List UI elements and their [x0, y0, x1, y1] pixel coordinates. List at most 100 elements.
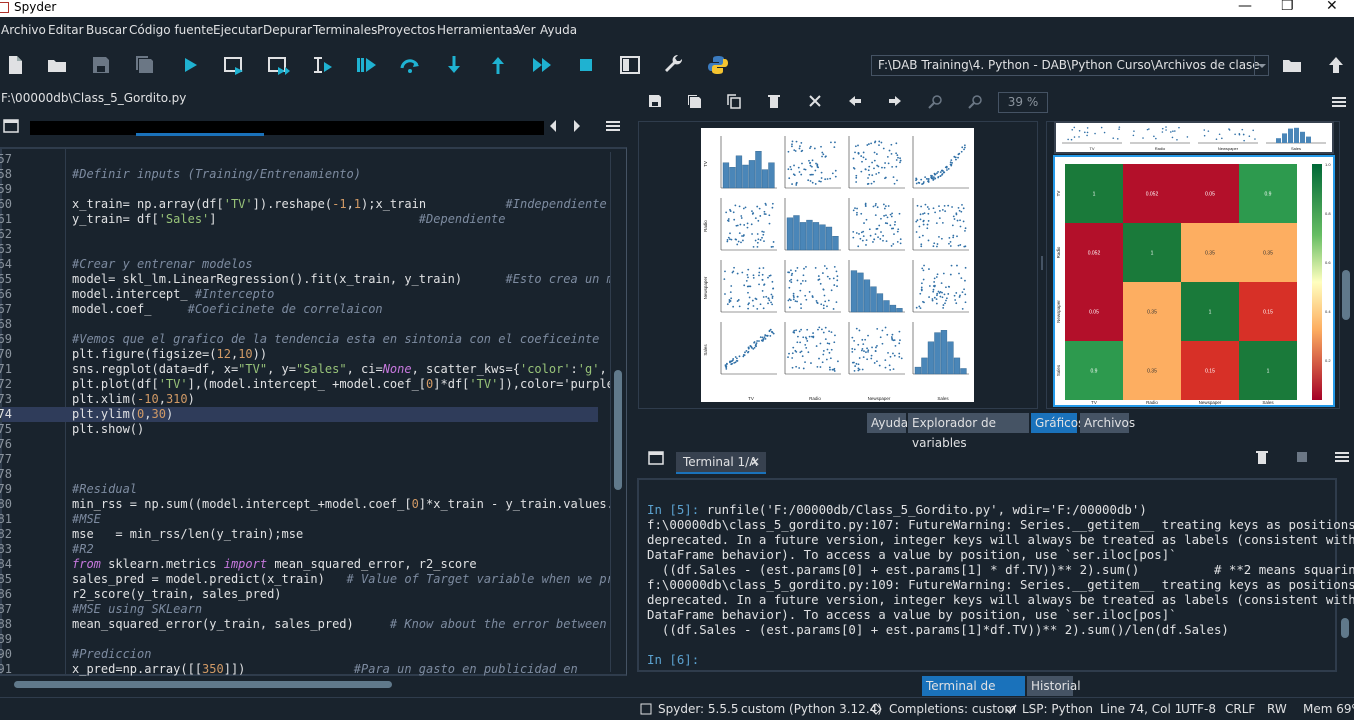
code-line[interactable]: 81 #MSE	[0, 512, 598, 527]
menu-terminales[interactable]: Terminales	[313, 23, 377, 37]
tab-explorador-de-variables[interactable]: Explorador de variables	[908, 413, 1029, 450]
code-line[interactable]: 77	[0, 452, 598, 467]
run-cell-advance-icon[interactable]	[266, 53, 290, 77]
code-line[interactable]: 79 #Residual	[0, 482, 598, 497]
console-tab[interactable]: Terminal 1/A ✕	[676, 452, 766, 474]
code-line[interactable]: 69 #Vemos que el grafico de la tendencia …	[0, 332, 599, 347]
zoom-out-icon[interactable]	[967, 94, 983, 110]
clear-console-icon[interactable]	[1256, 450, 1268, 464]
code-line[interactable]: 60 x_train= np.array(df['TV']).reshape(-1…	[0, 197, 607, 212]
code-line[interactable]: 59	[0, 182, 598, 197]
menu-depurar[interactable]: Depurar	[263, 23, 312, 37]
editor-vertical-scrollbar[interactable]	[610, 152, 624, 672]
stop-icon[interactable]	[574, 53, 598, 77]
save-plot-icon[interactable]	[648, 94, 662, 108]
step-return-icon[interactable]	[486, 53, 510, 77]
console-scrollbar[interactable]	[1338, 478, 1352, 672]
remove-plot-icon[interactable]	[768, 94, 780, 108]
code-line[interactable]: 84 from sklearn.metrics import mean_squar…	[0, 557, 598, 572]
code-line[interactable]: 65 model= skl_lm.LinearRegression().fit(x…	[0, 272, 614, 287]
code-line[interactable]: 83 #R2	[0, 542, 598, 557]
close-icon[interactable]: ✕	[750, 452, 760, 472]
code-line[interactable]: 76	[0, 437, 598, 452]
menu-herramientas[interactable]: Herramientas	[437, 23, 519, 37]
code-line[interactable]: 66 model.intercept_ #Intercepto	[0, 287, 598, 302]
chevron-right-icon[interactable]	[572, 119, 582, 133]
save-icon[interactable]	[89, 53, 113, 77]
code-line[interactable]: 80 min_rss = np.sum((model.intercept_+mod…	[0, 497, 614, 512]
code-line[interactable]: 75 plt.show()	[0, 422, 598, 437]
code-line[interactable]: 78	[0, 467, 598, 482]
minimize-icon[interactable]: —	[1238, 0, 1252, 14]
console-options-menu-icon[interactable]	[1335, 451, 1349, 463]
run-selection-icon[interactable]	[310, 53, 334, 77]
next-plot-icon[interactable]	[888, 95, 902, 107]
splitter-handle-icon[interactable]	[1040, 256, 1044, 270]
zoom-in-icon[interactable]	[927, 94, 943, 110]
code-line[interactable]: 87 #MSE using SKLearn	[0, 602, 598, 617]
code-line[interactable]: 63	[0, 242, 598, 257]
menu-proyectos[interactable]: Proyectos	[377, 23, 435, 37]
debug-icon[interactable]	[354, 53, 378, 77]
code-line[interactable]: 88 mean_squared_error(y_train, sales_pred…	[0, 617, 607, 632]
tab-historial[interactable]: Historial	[1027, 676, 1081, 696]
status-lsp[interactable]: LSP: Python	[1022, 702, 1093, 716]
run-cell-icon[interactable]	[222, 53, 246, 77]
code-line[interactable]: 58 #Definir inputs (Training/Entrenamient…	[0, 167, 598, 182]
code-line[interactable]: 72 plt.plot(df['TV'],(model.intercept_ +m…	[0, 377, 614, 392]
copy-plot-icon[interactable]	[727, 94, 741, 109]
maximize-pane-icon[interactable]	[618, 53, 642, 77]
save-all-icon[interactable]	[133, 53, 157, 77]
status-environment[interactable]: custom (Python 3.12.4)	[741, 702, 882, 716]
interrupt-kernel-icon[interactable]	[1297, 452, 1307, 462]
previous-plot-icon[interactable]	[848, 95, 862, 107]
menu-ayuda[interactable]: Ayuda	[540, 23, 577, 37]
code-line[interactable]: 86 r2_score(y_train, sales_pred)	[0, 587, 598, 602]
tab-ayuda[interactable]: Ayuda	[867, 413, 908, 433]
step-into-icon[interactable]	[442, 53, 466, 77]
tab-terminal-ipython[interactable]: Terminal de IPython	[922, 676, 1025, 713]
preferences-wrench-icon[interactable]	[662, 53, 686, 77]
parent-directory-icon[interactable]	[1324, 53, 1348, 77]
code-line[interactable]: 89	[0, 632, 598, 647]
plots-options-menu-icon[interactable]	[1332, 96, 1346, 108]
thumbnails-scrollbar[interactable]	[1340, 270, 1352, 320]
menu-codigo-fuente[interactable]: Código fuente	[129, 23, 213, 37]
plot-thumbnail-heatmap[interactable]: 1 0.052 0.05 0.9 0.052 1 0.35 0.35 0.05 0.35 1 0.15…	[1053, 155, 1335, 407]
plot-thumbnail-pairplot[interactable]: TV Radio Newspaper Sales	[1054, 121, 1334, 154]
browse-tabs-icon[interactable]	[3, 119, 19, 133]
code-line[interactable]: 62	[0, 227, 598, 242]
code-line[interactable]: 57	[0, 152, 598, 167]
options-menu-icon[interactable]	[606, 120, 620, 132]
code-line[interactable]: 68	[0, 317, 598, 332]
status-completions[interactable]: Completions: custom	[889, 702, 1016, 716]
working-directory-combobox[interactable]: F:\DAB Training\4. Python - DAB\Python C…	[871, 55, 1269, 76]
continue-icon[interactable]	[530, 53, 554, 77]
code-line[interactable]: 91 x_pred=np.array([[350]]) #Para un gast…	[0, 662, 598, 677]
code-line[interactable]: 71 sns.regplot(data=df, x="TV", y="Sales"…	[0, 362, 607, 377]
tab-archivos[interactable]: Archivos	[1080, 413, 1135, 433]
browse-folder-icon[interactable]	[1280, 53, 1304, 77]
code-line[interactable]: 82 mse = min_rss/len(y_train);mse	[0, 527, 598, 542]
ipython-console[interactable]: In [5]: runfile('F:/00000db/Class_5_Gord…	[637, 478, 1354, 672]
code-editor[interactable]: 57 58 #Definir inputs (Training/Entrenamie…	[0, 147, 627, 676]
maximize-icon[interactable]: ❐	[1281, 0, 1294, 14]
step-over-icon[interactable]	[398, 53, 422, 77]
python-path-icon[interactable]	[706, 53, 730, 77]
code-line[interactable]: 74 plt.ylim(0,30)	[0, 407, 598, 422]
chevron-left-icon[interactable]	[548, 119, 558, 133]
code-line[interactable]: 67 model.coef_ #Coeficinete de correlaico…	[0, 302, 598, 317]
save-all-plots-icon[interactable]	[687, 94, 702, 109]
menu-archivo[interactable]: Archivo	[1, 23, 46, 37]
menu-ver[interactable]: Ver	[516, 23, 536, 37]
code-line[interactable]: 73 plt.xlim(-10,310)	[0, 392, 598, 407]
open-folder-icon[interactable]	[45, 53, 69, 77]
remove-all-plots-icon[interactable]	[808, 94, 822, 108]
code-line[interactable]: 90 #Prediccion	[0, 647, 598, 662]
browse-consoles-icon[interactable]	[648, 451, 664, 465]
run-icon[interactable]	[178, 53, 202, 77]
redacted-tab-bar[interactable]	[30, 121, 544, 135]
new-file-icon[interactable]	[3, 53, 27, 77]
code-line[interactable]: 70 plt.figure(figsize=(12,10))	[0, 347, 598, 362]
code-line[interactable]: 61 y_train= df['Sales'] #Dependiente	[0, 212, 598, 227]
